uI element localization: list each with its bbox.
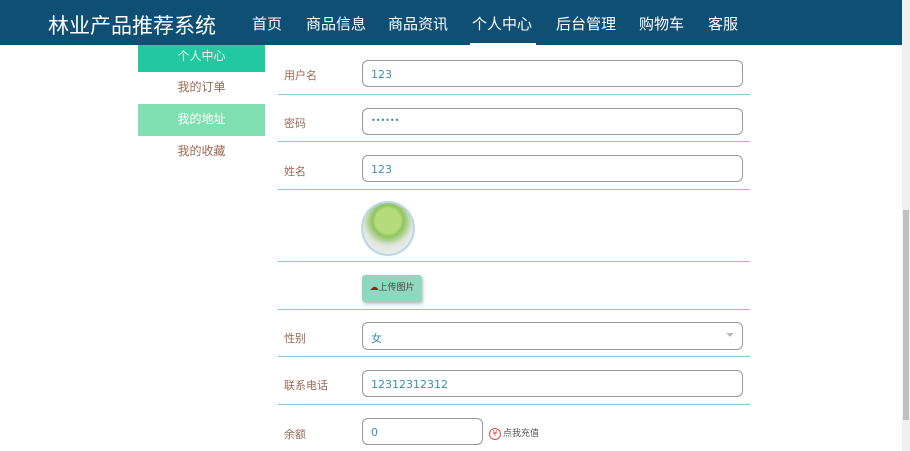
nav-products[interactable]: 商品信息 — [306, 13, 366, 34]
upload-image-button[interactable]: ☁上传图片 — [362, 275, 422, 302]
chevron-down-icon — [726, 333, 734, 337]
balance-input: 0 — [362, 418, 483, 445]
nav-home[interactable]: 首页 — [252, 13, 282, 34]
nav-admin[interactable]: 后台管理 — [556, 13, 616, 34]
name-row: 姓名 123 — [278, 142, 750, 190]
site-title: 林业产品推荐系统 — [48, 14, 216, 38]
balance-row: 余额 0 ¥ 点我充值 — [278, 405, 750, 451]
gender-label: 性别 — [284, 332, 306, 345]
gender-select[interactable]: 女 — [362, 322, 743, 350]
yen-icon: ¥ — [489, 428, 501, 440]
nav-cart[interactable]: 购物车 — [639, 13, 684, 34]
password-input[interactable]: •••••• — [362, 108, 743, 135]
nav-personal-center[interactable]: 个人中心 — [469, 13, 537, 45]
scrollbar[interactable] — [902, 0, 910, 451]
avatar — [361, 201, 415, 256]
username-input[interactable]: 123 — [362, 60, 743, 87]
phone-row: 联系电话 12312312312 — [278, 357, 750, 405]
sidebar-item-favorites[interactable]: 我的收藏 — [138, 136, 265, 168]
top-header: 林业产品推荐系统 首页 商品信息 商品资讯 个人中心 后台管理 购物车 客服 — [0, 0, 903, 45]
username-label: 用户名 — [284, 69, 317, 82]
password-row: 密码 •••••• — [278, 95, 750, 142]
sidebar-item-orders[interactable]: 我的订单 — [138, 72, 265, 104]
sidebar-item-personal-center[interactable]: 个人中心 — [138, 45, 265, 72]
sidebar: 个人中心 我的订单 我的地址 我的收藏 — [138, 45, 265, 168]
recharge-label: 点我充值 — [503, 429, 540, 439]
upload-label: 上传图片 — [378, 283, 415, 293]
password-label: 密码 — [284, 117, 306, 130]
phone-label: 联系电话 — [284, 379, 328, 392]
phone-input[interactable]: 12312312312 — [362, 370, 743, 397]
upload-row: ☁上传图片 — [278, 262, 750, 310]
balance-label: 余额 — [284, 428, 306, 441]
name-label: 姓名 — [284, 165, 306, 178]
nav-news[interactable]: 商品资讯 — [388, 13, 448, 34]
recharge-link[interactable]: ¥ 点我充值 — [489, 426, 539, 440]
username-row: 用户名 123 — [278, 52, 750, 95]
scrollbar-thumb[interactable] — [903, 210, 909, 420]
sidebar-item-address[interactable]: 我的地址 — [138, 104, 265, 136]
nav-service[interactable]: 客服 — [708, 13, 738, 34]
gender-value: 女 — [371, 332, 382, 345]
avatar-row — [278, 190, 750, 262]
gender-row: 性别 女 — [278, 310, 750, 357]
name-input[interactable]: 123 — [362, 155, 743, 182]
